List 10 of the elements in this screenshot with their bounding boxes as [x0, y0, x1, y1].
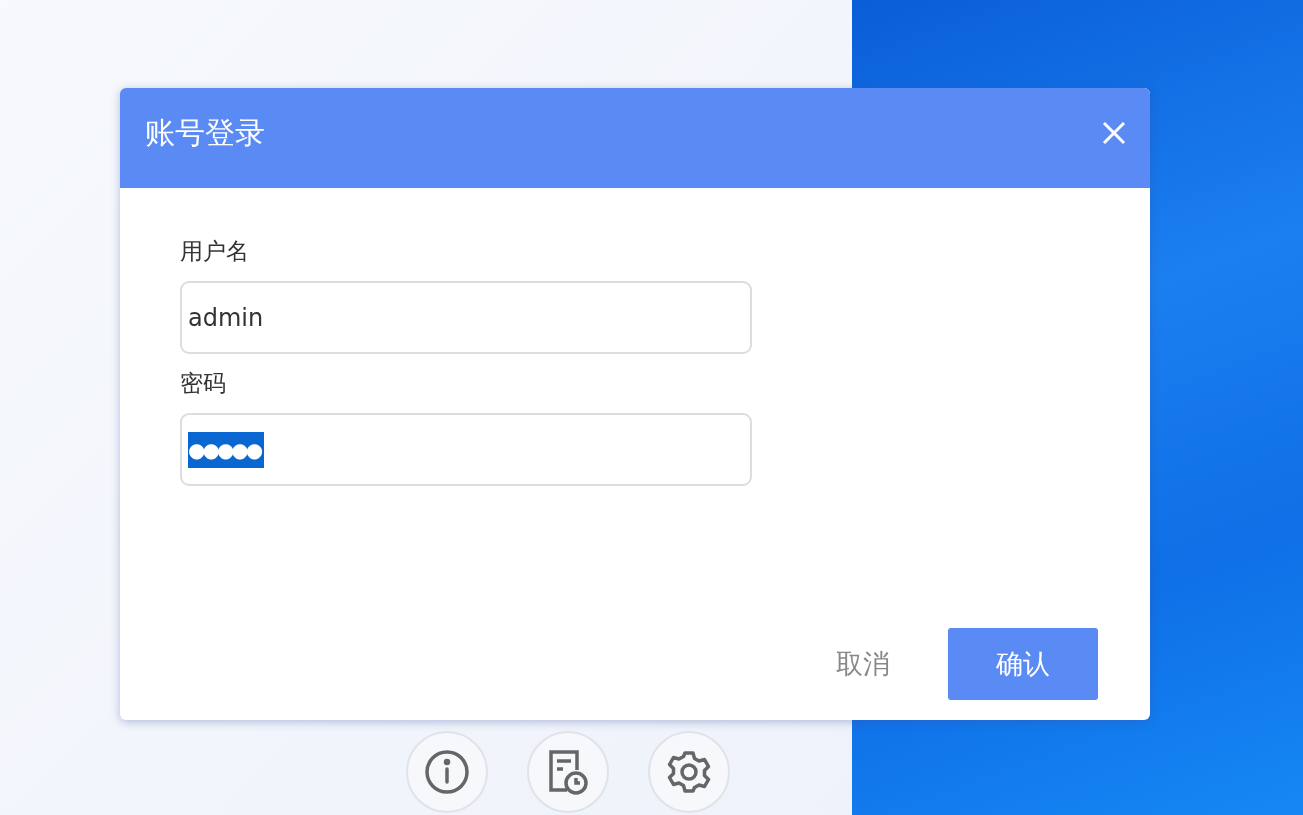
cancel-button[interactable]: 取消 — [836, 628, 890, 700]
dialog-title: 账号登录 — [145, 113, 265, 152]
input-field[interactable]: admin — [180, 281, 752, 354]
close-icon — [1102, 121, 1126, 145]
settings-icon — [666, 749, 712, 795]
password-field[interactable]: ●●●●● — [180, 413, 752, 486]
confirm-button[interactable]: 确认 — [948, 628, 1098, 700]
field-label: 用户名 — [180, 237, 250, 266]
field-label: 密码 — [180, 369, 227, 398]
info-icon — [424, 749, 470, 795]
